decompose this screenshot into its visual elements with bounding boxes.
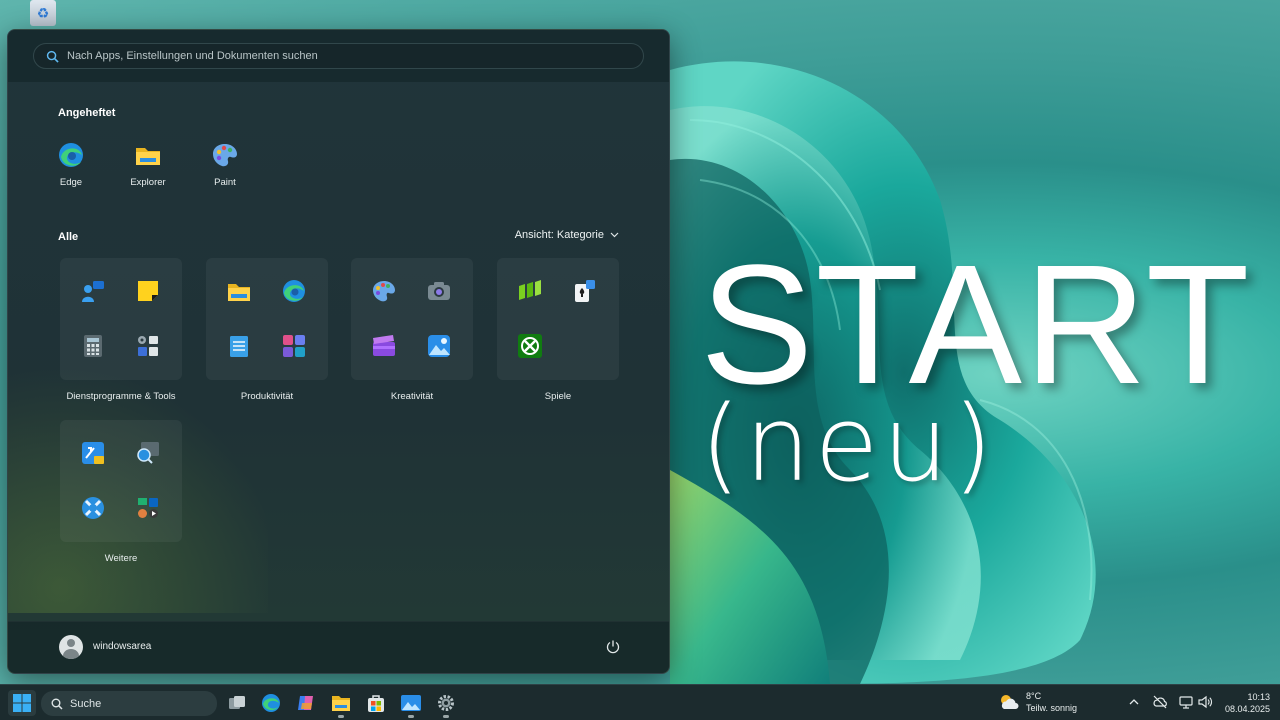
search-icon bbox=[46, 50, 59, 63]
start-button[interactable] bbox=[8, 690, 36, 716]
folder-icon bbox=[136, 148, 160, 165]
weather-condition: Teilw. sonnig bbox=[1026, 703, 1078, 713]
camera-icon bbox=[428, 282, 450, 300]
tools-group-icon bbox=[138, 336, 158, 356]
copilot-icon bbox=[298, 696, 313, 710]
edge-icon bbox=[262, 694, 280, 712]
edge-icon bbox=[283, 280, 305, 302]
windows-logo-icon bbox=[13, 694, 31, 712]
network-icon[interactable] bbox=[1178, 694, 1194, 710]
category-label: Kreativität bbox=[390, 391, 434, 402]
start-search-area bbox=[8, 30, 669, 82]
category-label: Dienstprogramme & Tools bbox=[66, 391, 176, 402]
recycle-bin-icon[interactable]: ♻ bbox=[30, 0, 56, 26]
paint-palette-icon bbox=[373, 281, 395, 302]
user-name[interactable]: windowsarea bbox=[93, 641, 151, 652]
category-folder-creativity[interactable] bbox=[351, 258, 473, 380]
clock-time: 10:13 bbox=[1247, 692, 1270, 702]
pinned-app-edge[interactable]: Edge bbox=[41, 141, 101, 188]
pinned-app-label: Edge bbox=[59, 177, 83, 188]
solitaire-icon bbox=[575, 280, 595, 302]
start-search-box[interactable] bbox=[33, 43, 644, 69]
office-apps-icon bbox=[283, 335, 305, 357]
hero-subtitle: (neu) bbox=[700, 383, 997, 505]
category-folder-productivity[interactable] bbox=[206, 258, 328, 380]
running-indicator bbox=[338, 715, 344, 718]
taskbar-app-explorer[interactable] bbox=[327, 690, 355, 718]
category-label: Weitere bbox=[104, 553, 138, 564]
running-indicator bbox=[443, 715, 449, 718]
power-icon[interactable] bbox=[605, 639, 621, 655]
quick-assist-icon bbox=[82, 281, 104, 302]
pinned-app-label: Explorer bbox=[130, 177, 166, 188]
pinned-app-label: Paint bbox=[214, 177, 236, 188]
taskbar-app-photos[interactable] bbox=[397, 690, 425, 718]
pinned-app-explorer[interactable]: Explorer bbox=[118, 141, 178, 188]
start-menu: Angeheftet Edge Explorer Paint Alle Ansi… bbox=[7, 29, 670, 674]
gear-icon bbox=[438, 695, 454, 711]
clock-date: 08.04.2025 bbox=[1224, 704, 1270, 714]
photos-icon bbox=[401, 695, 421, 711]
weather-widget[interactable]: 8°C Teilw. sonnig bbox=[998, 690, 1077, 714]
task-view-button[interactable] bbox=[223, 690, 251, 716]
category-folder-utilities[interactable] bbox=[60, 258, 182, 380]
search-icon bbox=[51, 698, 63, 710]
accessibility-icon bbox=[82, 497, 104, 519]
xbox-icon bbox=[518, 334, 542, 358]
taskbar-app-edge[interactable] bbox=[257, 690, 285, 716]
category-folder-games[interactable] bbox=[497, 258, 619, 380]
folder-icon bbox=[332, 696, 350, 711]
category-folder-more[interactable] bbox=[60, 420, 182, 542]
magnifier-icon bbox=[137, 442, 159, 464]
edge-icon bbox=[59, 143, 83, 167]
category-label: Spiele bbox=[544, 391, 572, 402]
weather-temp: 8°C bbox=[1026, 691, 1042, 701]
start-menu-footer: windowsarea bbox=[8, 621, 669, 673]
start-search-input[interactable] bbox=[67, 50, 627, 62]
store-icon bbox=[368, 695, 384, 712]
partly-sunny-icon bbox=[1001, 695, 1019, 709]
paint-palette-icon bbox=[213, 144, 237, 167]
cloud-off-icon[interactable] bbox=[1152, 694, 1168, 710]
taskbar-app-settings[interactable] bbox=[432, 690, 460, 718]
more-apps-icon bbox=[138, 498, 158, 518]
taskbar-app-store[interactable] bbox=[362, 690, 390, 716]
taskbar-search[interactable]: Suche bbox=[41, 691, 217, 716]
sticky-notes-icon bbox=[138, 281, 158, 301]
pinned-section-title: Angeheftet bbox=[58, 107, 116, 119]
view-mode-label: Ansicht: Kategorie bbox=[514, 229, 604, 241]
taskbar-app-copilot[interactable] bbox=[292, 690, 320, 716]
task-view-icon bbox=[229, 696, 245, 709]
chevron-down-icon bbox=[610, 232, 619, 238]
volume-icon[interactable] bbox=[1197, 694, 1213, 710]
chevron-up-icon[interactable] bbox=[1126, 694, 1142, 710]
photos-icon bbox=[428, 335, 450, 357]
taskbar-search-label: Suche bbox=[70, 697, 102, 710]
folder-icon bbox=[228, 284, 250, 301]
category-label: Produktivität bbox=[240, 391, 294, 402]
clipchamp-icon bbox=[373, 335, 395, 356]
avatar[interactable] bbox=[59, 635, 83, 659]
all-section-title: Alle bbox=[58, 231, 79, 243]
snipping-tool-icon bbox=[82, 442, 104, 464]
view-mode-dropdown[interactable]: Ansicht: Kategorie bbox=[515, 229, 619, 241]
notepad-icon bbox=[230, 336, 248, 357]
gamepass-icon bbox=[519, 280, 541, 300]
taskbar: Suche 8°C Teilw. sonnig 10:13 08.04.2025 bbox=[0, 684, 1280, 720]
pinned-app-paint[interactable]: Paint bbox=[195, 141, 255, 188]
running-indicator bbox=[408, 715, 414, 718]
taskbar-clock[interactable]: 10:13 08.04.2025 bbox=[1225, 691, 1270, 715]
calculator-icon bbox=[84, 335, 102, 357]
